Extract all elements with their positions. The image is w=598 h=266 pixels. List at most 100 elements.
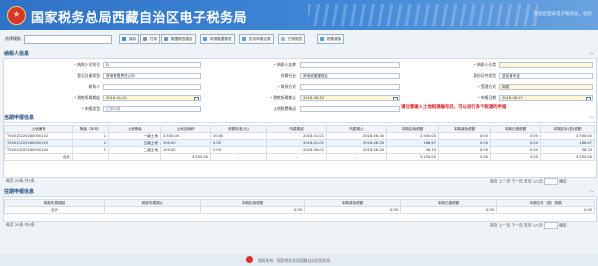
app-header: ★ 国家税务总局西藏自治区电子税务局 欢迎您登录电子税务局，您好 xyxy=(0,0,598,30)
contact-person-input[interactable] xyxy=(103,84,201,90)
page-input[interactable] xyxy=(543,178,558,185)
collapse-icon[interactable]: ︿ xyxy=(589,113,594,120)
table-cell: 3,500.00 xyxy=(160,153,211,161)
current-section-title: 当期申报信息 xyxy=(4,115,35,121)
prev-page-link[interactable]: 上一页 xyxy=(499,223,510,228)
previous-section-title: 往期申报信息 xyxy=(4,189,35,195)
industry-input[interactable]: 其他房屋建筑业 xyxy=(300,73,400,79)
calendar-icon[interactable] xyxy=(393,97,398,100)
warning-text: 请注意输入土地税源编号后，可以进行多个税源的申报 xyxy=(401,105,507,110)
column-header: 税额标准(元) xyxy=(210,125,267,133)
print-button[interactable]: 打印 xyxy=(140,34,161,44)
column-header: 本期应纳税额 xyxy=(386,125,439,133)
acceptance-method-input[interactable]: 网络 xyxy=(499,84,593,90)
calendar-icon[interactable] xyxy=(586,97,591,100)
column-header: 等级（标号） xyxy=(72,125,109,133)
tax-relief-button[interactable]: 税费减免 xyxy=(317,34,345,44)
table-cell: 一级土地 xyxy=(108,132,161,140)
first-page-link[interactable]: 首页 xyxy=(490,179,498,184)
table-cell: 3,250.00 xyxy=(386,153,439,161)
go-button[interactable]: 确定 xyxy=(559,179,567,184)
table-cell: 0.00 xyxy=(438,146,491,154)
table-cell: 合计 xyxy=(4,153,73,161)
land-tax-status-input[interactable] xyxy=(300,106,400,112)
table-cell: 20.00 xyxy=(210,132,267,140)
last-page-link[interactable]: 末页 xyxy=(524,223,532,228)
table-cell: 0.00 xyxy=(438,132,491,140)
collapse-icon[interactable]: ︿ xyxy=(589,187,594,194)
prev-page-link[interactable]: 上一页 xyxy=(499,179,510,184)
total-row: 合计 0.00 0.00 0.00 0.00 xyxy=(4,206,595,214)
history-icon xyxy=(242,37,246,41)
table-cell: 合计 xyxy=(4,206,105,214)
table-cell: 0.00 xyxy=(490,153,541,161)
relief-icon xyxy=(320,37,324,41)
table-cell: 五级土地 xyxy=(108,139,161,147)
tax-emblem-icon: ★ xyxy=(7,6,26,25)
table-cell: 100.00 xyxy=(160,139,211,147)
taxpayer-section-title: 纳税人信息 xyxy=(4,51,30,57)
footer: 版权所有：国家税务总局西藏自治区税务局 xyxy=(0,254,598,266)
table-row[interactable]: T54010220180000142 1 一级土地 2,500.00 20.00… xyxy=(4,132,595,140)
table-cell: - xyxy=(326,153,387,161)
table-cell: - xyxy=(266,153,327,161)
collapse-icon[interactable]: ︿ xyxy=(589,49,594,56)
table-header-row: 税款所属期起 税款所属期止 本期应纳税额 本期减免税额 本期已缴税额 本期应补（… xyxy=(4,199,595,207)
column-header: 本期减免税额 xyxy=(304,199,401,207)
table-cell: 2018-06-01 xyxy=(266,146,327,154)
taxpayer-id-input[interactable]: D xyxy=(103,62,201,68)
table-row[interactable]: T54010220180000145 2 五级土地 100.00 5.00 20… xyxy=(4,139,595,147)
page-size-info: 每页 20条 共0条 xyxy=(6,222,35,227)
column-header: 土地编号 xyxy=(4,125,73,133)
table-cell: 58.33 xyxy=(386,146,439,154)
id-type-input[interactable]: 居民身份证 xyxy=(499,73,593,79)
page-input[interactable] xyxy=(543,222,558,229)
table-cell: 0.00 xyxy=(490,132,541,140)
template-select[interactable] xyxy=(24,35,112,44)
table-cell: 100.00 xyxy=(160,146,211,154)
first-page-link[interactable]: 首页 xyxy=(490,223,498,228)
next-page-link[interactable]: 下一页 xyxy=(511,179,522,184)
table-cell: 0.00 xyxy=(304,206,401,214)
table-cell: 2,500.00 xyxy=(386,132,439,140)
table-cell: 1 xyxy=(72,146,109,154)
page-indicator: 1/1页 xyxy=(532,222,543,228)
existing-report-button[interactable]: 已有报告 xyxy=(278,34,306,44)
last-page-link[interactable]: 末页 xyxy=(524,179,532,184)
column-header: 本期应补（退）税额 xyxy=(496,199,595,207)
declaration-date-input[interactable]: 2018-06-07 xyxy=(499,95,593,101)
history-records-button[interactable]: 历次申报记录 xyxy=(239,34,274,44)
save-button[interactable]: 保存 xyxy=(119,34,140,44)
table-cell xyxy=(108,153,161,161)
declaration-check-button[interactable]: 申报数据核查 xyxy=(200,34,235,44)
table-cell: 58.33 xyxy=(540,146,595,154)
column-header: 本期应纳税额 xyxy=(200,199,305,207)
registration-type-input[interactable]: 其他有限责任公司 xyxy=(103,73,201,79)
period-end-input[interactable]: 2018-06-30 xyxy=(300,95,400,101)
contact-phone-input[interactable] xyxy=(300,84,400,90)
current-table: 土地编号 等级（标号） 土地等级 土地总面积 税额标准(元) 所属期起 所属期止… xyxy=(4,125,595,161)
table-cell: 0.00 xyxy=(490,146,541,154)
pagination: 首页 上一页 下一页 末页 1/1页 确定 xyxy=(490,222,567,229)
template-label: 选择模板 xyxy=(5,36,21,41)
data-check-report-button[interactable]: 数据核查报告 xyxy=(161,34,196,44)
taxpayer-name-input[interactable] xyxy=(300,62,400,68)
taxpayer-category-input[interactable] xyxy=(499,62,593,68)
table-row[interactable]: T54010220180000144 1 二级土地 100.00 5.00 20… xyxy=(4,146,595,154)
table-cell: 2018-01-01 xyxy=(266,132,327,140)
calendar-icon[interactable] xyxy=(194,97,199,100)
next-page-link[interactable]: 下一页 xyxy=(511,223,522,228)
column-header: 税款所属期起 xyxy=(4,199,105,207)
period-start-input[interactable]: 2018-01-01 xyxy=(103,95,201,101)
table-cell: 5.00 xyxy=(210,139,267,147)
go-button[interactable]: 确定 xyxy=(559,223,567,228)
table-cell: 2 xyxy=(72,139,109,147)
previous-table: 税款所属期起 税款所属期止 本期应纳税额 本期减免税额 本期已缴税额 本期应补（… xyxy=(4,199,595,214)
column-header: 本期减免税额 xyxy=(438,125,491,133)
table-cell xyxy=(104,206,201,214)
table-cell: T54010220180000142 xyxy=(4,132,73,140)
table-cell: 5.00 xyxy=(210,146,267,154)
document-icon xyxy=(281,37,285,41)
table-cell: 0.00 xyxy=(400,206,497,214)
declaration-type-input[interactable]: 正常申报 xyxy=(103,106,201,112)
